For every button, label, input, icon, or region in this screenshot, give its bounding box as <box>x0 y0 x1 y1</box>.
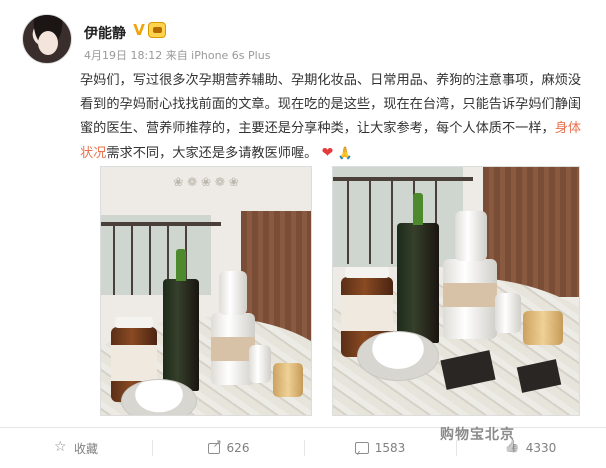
railing-bar <box>347 179 349 264</box>
post-content: 孕妈们，写过很多次孕期营养辅助、孕期化妆品、日常用品、养狗的注意事项，麻烦没看到… <box>80 69 586 166</box>
bottle-neck <box>176 249 186 281</box>
share-button[interactable]: 626 <box>152 428 304 468</box>
railing-bar <box>131 225 133 295</box>
post-text-part2: 需求不同，大家还是多请教医师喔。 <box>106 146 318 161</box>
white-bowl <box>357 331 439 381</box>
weibo-post: 伊能静 V 4月19日 18:12 来自 iPhone 6s Plus 孕妈们，… <box>0 0 606 468</box>
wooden-door <box>483 167 579 297</box>
post-photo-right[interactable] <box>332 166 580 416</box>
glass-jar <box>523 311 563 345</box>
railing-bar <box>369 179 371 264</box>
bottle-label <box>341 295 393 331</box>
user-avatar[interactable] <box>22 14 72 64</box>
comment-button[interactable]: 1583 <box>304 428 456 468</box>
post-meta: 4月19日 18:12 来自 iPhone 6s Plus <box>84 49 271 62</box>
bottle-label <box>111 345 157 381</box>
post-photo-left[interactable]: ❀ ❁ ❀ ❁ ❀ <box>100 166 312 416</box>
glass-jar <box>273 363 303 397</box>
share-count: 626 <box>226 441 250 455</box>
green-bottle <box>397 193 439 343</box>
tub-label <box>443 283 497 307</box>
bottle-cap <box>345 267 389 278</box>
member-badge-icon[interactable] <box>148 22 166 38</box>
tiny-white-bottle <box>249 345 271 383</box>
watermark-text: 购物宝北京 <box>440 427 515 443</box>
username[interactable]: 伊能静 <box>84 23 126 43</box>
tiny-white-bottle <box>495 293 521 333</box>
verified-icon: V <box>133 21 145 39</box>
comment-count: 1583 <box>374 441 406 455</box>
decorative-wreath-icon: ❀ ❁ ❀ ❁ ❀ <box>173 175 239 189</box>
star-icon <box>54 439 68 455</box>
railing-bar <box>113 225 115 295</box>
share-icon <box>207 437 222 455</box>
like-count: 4330 <box>525 441 557 455</box>
railing-top <box>101 222 221 226</box>
favorite-button[interactable]: 收藏 <box>0 428 152 468</box>
bottle-neck <box>413 193 423 225</box>
favorite-label: 收藏 <box>73 441 98 456</box>
white-bowl <box>121 379 197 415</box>
railing-top <box>333 177 473 181</box>
railing-bar <box>149 225 151 295</box>
railing-bar <box>391 179 393 264</box>
bottle-cap <box>115 317 153 328</box>
green-bottle <box>163 249 199 391</box>
action-bar: 收藏 626 1583 4330 <box>0 428 606 468</box>
small-white-bottle <box>455 211 487 261</box>
comment-icon <box>354 441 369 455</box>
avatar-face <box>38 31 58 55</box>
post-text-part1: 孕妈们，写过很多次孕期营养辅助、孕期化妆品、日常用品、养狗的注意事项，麻烦没看到… <box>80 73 582 136</box>
heart-emoji-icon: ❤ <box>321 145 334 161</box>
supplement-tub-white <box>443 259 497 339</box>
small-white-bottle <box>219 271 247 315</box>
pray-emoji-icon: 🙏 <box>337 146 353 160</box>
